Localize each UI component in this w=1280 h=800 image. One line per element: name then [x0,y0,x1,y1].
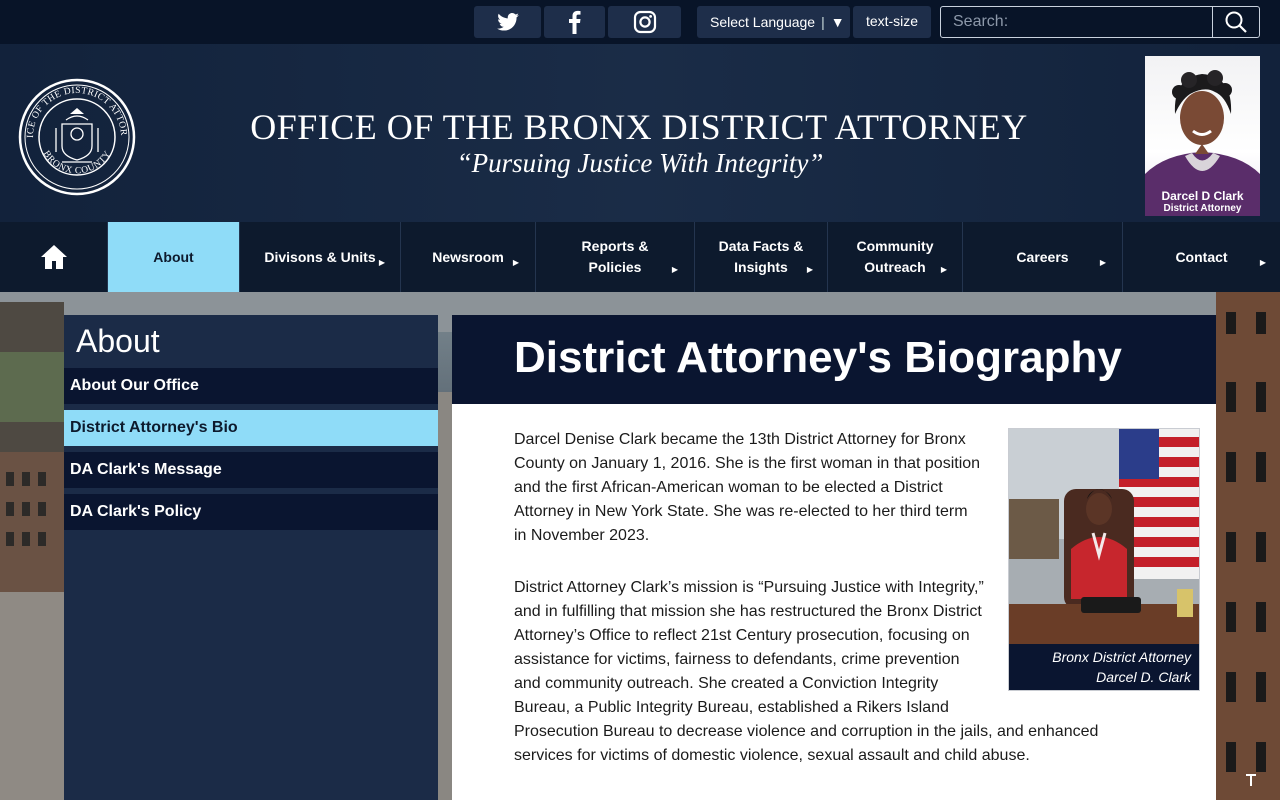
nav-divisions-label: Divisons & Units [264,248,376,265]
about-sidebar: About About Our Office District Attorney… [64,315,438,800]
twitter-link[interactable] [474,6,541,38]
main-nav: About Divisons & Units ▶ Newsroom ▶ Repo… [0,222,1280,292]
site-header: OFFICE OF THE DISTRICT ATTORNEY BRONX CO… [0,44,1280,222]
instagram-link[interactable] [608,6,681,38]
sidebar-item-da-policy[interactable]: DA Clark's Policy [64,494,438,530]
bio-line: Bureau, a Public Integrity Bureau, estab… [514,699,949,716]
twitter-icon [496,13,519,31]
nav-data-facts[interactable]: Data Facts & Insights ▶ [695,222,828,292]
nav-contact-label: Contact [1175,248,1228,265]
nav-community[interactable]: Community Outreach ▶ [828,222,963,292]
sidebar-item-label: DA Clark's Policy [70,503,202,520]
caret-right-icon: ▶ [671,265,678,274]
da-office-photo-image [1009,429,1199,644]
nav-careers[interactable]: Careers ▶ [963,222,1123,292]
nav-home[interactable] [0,222,108,292]
language-label: Select Language [710,14,816,30]
sidebar-item-da-bio[interactable]: District Attorney's Bio [64,410,438,446]
instagram-icon [633,10,656,34]
search-icon [1225,11,1247,33]
page-title-banner: District Attorney's Biography [452,315,1216,404]
photo-caption-line2: Darcel D. Clark [1096,669,1191,685]
arrow-up-icon [1246,774,1256,786]
home-icon [40,245,67,269]
nav-reports-label: Reports & Policies [581,238,649,275]
facebook-icon [569,10,581,34]
search-input[interactable] [941,7,1213,37]
da-portrait-caption: Darcel D Clark District Attorney [1145,189,1260,216]
sidebar-item-label: District Attorney's Bio [70,419,238,436]
caret-right-icon: ▶ [512,258,519,267]
photo-caption-line1: Bronx District Attorney [1052,649,1191,665]
sidebar-item-da-message[interactable]: DA Clark's Message [64,452,438,488]
da-portrait[interactable]: Darcel D Clark District Attorney [1145,56,1260,216]
da-office-photo[interactable] [1009,429,1199,644]
photo-caption: Bronx District Attorney Darcel D. Clark [1009,647,1191,687]
facebook-link[interactable] [544,6,605,38]
scroll-to-top-icon[interactable] [1242,772,1260,790]
sidebar-heading: About [76,323,160,359]
nav-newsroom[interactable]: Newsroom ▶ [401,222,536,292]
da-title: District Attorney [1163,203,1242,214]
chevron-down-icon: ▼ [830,14,845,30]
nav-careers-label: Careers [1016,248,1069,265]
caret-right-icon: ▶ [1259,258,1266,267]
bio-line: services for victims of domestic violenc… [514,747,1030,764]
caret-right-icon: ▶ [806,265,813,274]
language-separator: | [821,14,825,30]
da-name: Darcel D Clark [1161,189,1244,203]
caret-right-icon: ▶ [378,258,385,267]
nav-community-label: Community Outreach [856,238,934,275]
caret-right-icon: ▶ [940,265,947,274]
sidebar-item-label: About Our Office [70,377,199,394]
text-size-button[interactable]: text-size [853,6,931,38]
search-box [940,6,1260,38]
site-tagline: “Pursuing Justice With Integrity” [456,148,824,178]
nav-newsroom-label: Newsroom [432,248,504,265]
top-utility-bar: Select Language | ▼ text-size [0,0,1280,44]
main-content: Darcel Denise Clark became the 13th Dist… [452,404,1216,800]
da-office-photo-figure: Bronx District Attorney Darcel D. Clark [1008,428,1200,691]
site-title: OFFICE OF THE BRONX DISTRICT ATTORNEY [250,107,1028,147]
bio-paragraph-1: Darcel Denise Clark became the 13th Dist… [514,431,981,544]
sidebar-item-label: DA Clark's Message [70,461,222,478]
nav-about[interactable]: About [108,222,240,292]
nav-data-facts-label: Data Facts & Insights [718,238,804,275]
caret-right-icon: ▶ [1099,258,1106,267]
nav-reports[interactable]: Reports & Policies ▶ [536,222,695,292]
search-button[interactable] [1212,7,1259,37]
sidebar-item-about-our-office[interactable]: About Our Office [64,368,438,404]
language-select[interactable]: Select Language | ▼ [697,6,850,38]
page-title: District Attorney's Biography [514,333,1122,382]
nav-contact[interactable]: Contact ▶ [1123,222,1280,292]
nav-divisions[interactable]: Divisons & Units ▶ [240,222,401,292]
nav-about-label: About [153,248,194,265]
bio-line: Prosecution Bureau to decrease violence … [514,723,1099,740]
